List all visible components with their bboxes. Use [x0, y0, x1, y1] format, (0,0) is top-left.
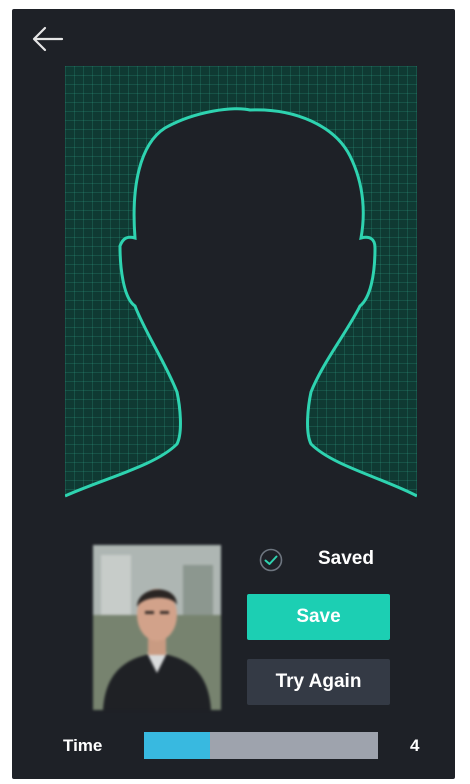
face-capture-area [65, 66, 417, 504]
time-progress-bar [144, 732, 378, 759]
time-label: Time [63, 736, 103, 755]
back-button[interactable] [30, 23, 66, 55]
save-button[interactable]: Save [247, 594, 390, 640]
saved-status-label: Saved [318, 548, 374, 569]
back-arrow-icon [32, 26, 64, 52]
time-progress-fill [144, 732, 210, 759]
check-circle-icon [258, 547, 284, 573]
try-again-button[interactable]: Try Again [247, 659, 390, 705]
face-capture-screen: Saved Save Try Again Time 4 [12, 9, 455, 779]
captured-face-photo [93, 545, 221, 710]
time-value: 4 [410, 736, 420, 755]
head-silhouette-guide [65, 107, 417, 504]
